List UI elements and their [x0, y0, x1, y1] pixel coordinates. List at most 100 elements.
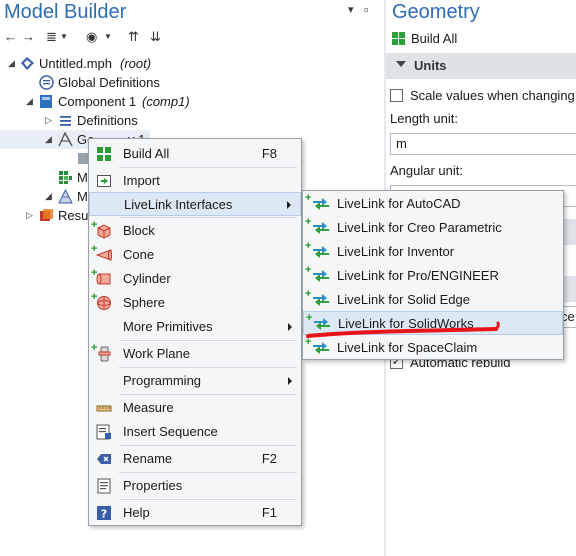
submenu-arrow-icon [288, 377, 292, 385]
menu-item-import[interactable]: Import [89, 169, 301, 193]
button-label: Build All [411, 31, 458, 46]
work-plane-icon [98, 346, 111, 362]
menu-item-label: LiveLink for Pro/ENGINEER [337, 268, 499, 283]
menu-separator [119, 167, 297, 168]
checkbox-label: Scale values when changing u [410, 88, 576, 103]
menu-item-rename[interactable]: Rename F2 [89, 447, 301, 471]
collapse-icon[interactable]: ◢ [8, 54, 15, 73]
sort-up-icon[interactable]: ⇈ [128, 27, 139, 47]
svg-text:?: ? [101, 508, 107, 521]
menu-item-label: Cylinder [123, 271, 171, 286]
menu-item-properties[interactable]: Properties [89, 474, 301, 498]
menu-item-insert-sequence[interactable]: Insert Sequence [89, 420, 301, 444]
menu-item-label: Import [123, 173, 160, 188]
tree-item-label: Untitled.mph [39, 56, 112, 71]
insert-sequence-icon [96, 424, 111, 440]
livelink-icon [313, 222, 329, 234]
tree-item-label: Global Definitions [58, 75, 160, 90]
tree-item-label: M [77, 170, 88, 185]
menu-item-livelink-autocad[interactable]: + LiveLink for AutoCAD [303, 192, 563, 216]
menu-item-label: LiveLink for Creo Parametric [337, 220, 502, 235]
menu-item-label: Help [123, 505, 150, 520]
results-icon [40, 209, 53, 221]
menu-item-label: Work Plane [123, 346, 190, 361]
menu-item-sphere[interactable]: + Sphere [89, 291, 301, 315]
menu-item-build-all[interactable]: Build All F8 [89, 142, 301, 166]
chevron-down-icon[interactable]: ▼ [60, 27, 68, 47]
livelink-icon [313, 342, 329, 354]
menu-item-block[interactable]: + Block [89, 219, 301, 243]
livelink-icon [313, 246, 329, 258]
panel-title: Model Builder [4, 1, 127, 23]
menu-item-livelink-interfaces[interactable]: LiveLink Interfaces [89, 192, 301, 216]
menu-item-livelink-creo[interactable]: + LiveLink for Creo Parametric [303, 216, 563, 240]
list-icon[interactable]: ≣ [46, 27, 57, 47]
arrow-right-icon[interactable]: → [22, 27, 35, 47]
collapse-icon[interactable]: ◢ [26, 92, 33, 111]
menu-separator [119, 472, 297, 473]
tree-item-label: Component 1 [58, 94, 137, 109]
chevron-down-icon[interactable]: ▼ [104, 27, 112, 47]
import-icon [97, 175, 111, 187]
section-title: Units [414, 58, 447, 73]
component-icon [40, 95, 52, 108]
collapse-icon[interactable]: ◢ [45, 187, 52, 206]
length-unit-label: Length unit: [390, 111, 458, 126]
menu-item-label: LiveLink Interfaces [124, 197, 233, 212]
menu-item-cone[interactable]: + Cone [89, 243, 301, 267]
cylinder-icon [96, 273, 111, 285]
collapse-icon[interactable]: ◢ [45, 130, 52, 149]
menu-item-more-primitives[interactable]: More Primitives [89, 315, 301, 339]
select-value: m [396, 136, 407, 151]
menu-separator [119, 217, 297, 218]
sort-down-icon[interactable]: ⇊ [150, 27, 161, 47]
length-unit-select[interactable]: m [390, 133, 576, 155]
tree-item-label: M [77, 189, 88, 204]
red-underline-annotation [306, 321, 500, 338]
chevron-down-icon [396, 61, 406, 67]
tree-item-tag: (root) [120, 56, 152, 71]
menu-item-livelink-proengineer[interactable]: + LiveLink for Pro/ENGINEER [303, 264, 563, 288]
menu-item-label: LiveLink for AutoCAD [337, 196, 461, 211]
pin-icon[interactable]: ▾ [348, 3, 354, 16]
livelink-icon [313, 270, 329, 282]
menu-item-label: Properties [123, 478, 183, 493]
units-section-header[interactable]: Units [386, 53, 576, 79]
menu-item-cylinder[interactable]: + Cylinder [89, 267, 301, 291]
materials-icon [59, 171, 72, 184]
menu-item-label: LiveLink for Inventor [337, 244, 455, 259]
menu-item-label: Insert Sequence [123, 424, 218, 439]
menu-item-label: Sphere [123, 295, 165, 310]
eye-icon[interactable]: ◉ [86, 27, 97, 47]
arrow-left-icon[interactable]: ← [4, 27, 17, 47]
block-icon [97, 224, 111, 239]
livelink-icon [313, 294, 329, 306]
menu-item-label: More Primitives [123, 319, 213, 334]
menu-item-label: LiveLink for Solid Edge [337, 292, 470, 307]
global-definitions-icon [39, 75, 54, 90]
measure-icon [96, 405, 112, 412]
menu-item-shortcut: F1 [261, 505, 277, 520]
panel-title: Geometry [392, 1, 480, 23]
menu-item-livelink-solid-edge[interactable]: + LiveLink for Solid Edge [303, 288, 563, 312]
menu-item-label: Programming [123, 373, 202, 388]
minimize-icon[interactable]: ▫ [364, 2, 369, 17]
menu-item-livelink-inventor[interactable]: + LiveLink for Inventor [303, 240, 563, 264]
menu-item-work-plane[interactable]: + Work Plane [89, 342, 301, 366]
geometry-icon [58, 132, 73, 147]
expand-icon[interactable]: ▷ [45, 111, 52, 130]
submenu-arrow-icon [287, 201, 291, 209]
menu-item-measure[interactable]: Measure [89, 396, 301, 420]
cone-icon [96, 249, 112, 261]
menu-item-programming[interactable]: Programming [89, 369, 301, 393]
livelink-icon [313, 198, 329, 210]
menu-item-shortcut: F8 [261, 146, 277, 161]
menu-item-help[interactable]: ? Help F1 [89, 501, 301, 525]
menu-item-label: Rename [123, 451, 173, 466]
sphere-icon [97, 296, 111, 310]
model-builder-toolbar: ← → ≣ ▼ ◉ ▼ ⇈ ⇊ [0, 27, 384, 49]
scale-values-checkbox[interactable] [390, 89, 403, 102]
definitions-icon [60, 116, 71, 126]
menu-separator [119, 445, 297, 446]
expand-icon[interactable]: ▷ [26, 206, 33, 225]
